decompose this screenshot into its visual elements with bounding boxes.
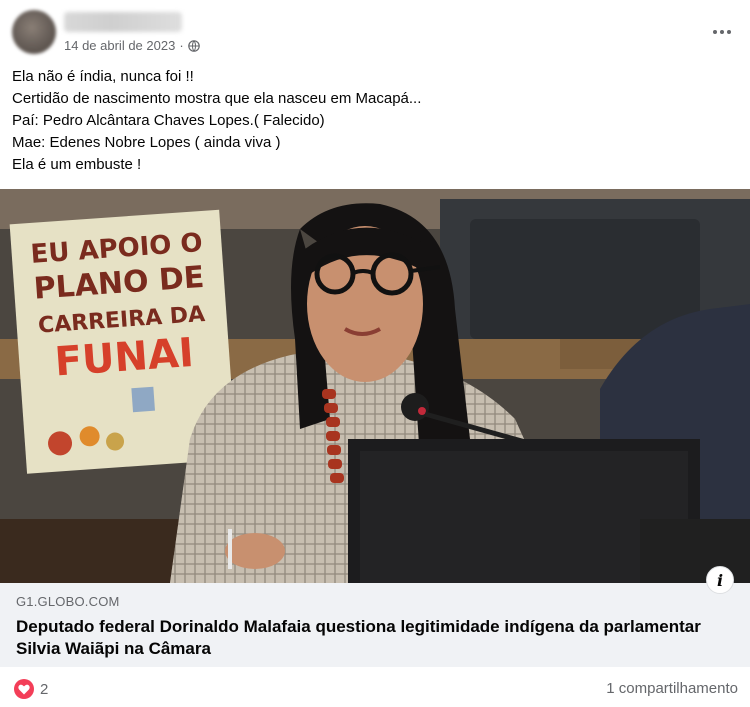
link-title[interactable]: Deputado federal Dorinaldo Malafaia ques… (16, 616, 716, 660)
post-text-line: Certidão de nascimento mostra que ela na… (12, 90, 422, 107)
link-card[interactable]: G1.GLOBO.COM Deputado federal Dorinaldo … (0, 583, 750, 667)
post-text-line: Ela é um embuste ! (12, 156, 142, 173)
post-meta: 14 de abril de 2023 · (64, 38, 200, 53)
post-text: Ela não é índia, nunca foi !! Certidão d… (12, 66, 732, 176)
post-footer: 2 1 compartilhamento (0, 667, 750, 707)
avatar[interactable] (12, 10, 56, 54)
post-text-line: Ela não é índia, nunca foi !! (12, 68, 194, 85)
post-date[interactable]: 14 de abril de 2023 (64, 38, 175, 53)
author-name-redacted[interactable] (64, 12, 182, 32)
post-text-line: Paí: Pedro Alcântara Chaves Lopes.( Fale… (12, 112, 325, 129)
link-domain: G1.GLOBO.COM (16, 594, 120, 609)
sign-line: FUNAI (53, 330, 195, 386)
reaction-count: 2 (40, 680, 49, 698)
link-preview-image[interactable]: EU APOIO O PLANO DE CARREIRA DA FUNAI (0, 189, 750, 583)
globe-icon[interactable] (187, 39, 200, 52)
share-count[interactable]: 1 compartilhamento (606, 680, 738, 697)
meta-separator: · (179, 38, 184, 53)
post-header: 14 de abril de 2023 · (0, 0, 750, 62)
photo-illustration: EU APOIO O PLANO DE CARREIRA DA FUNAI (0, 189, 750, 583)
more-dot-icon (720, 30, 724, 34)
more-dot-icon (713, 30, 717, 34)
reactions-summary[interactable]: 2 (14, 679, 48, 699)
more-dot-icon (727, 30, 731, 34)
heart-icon (14, 679, 34, 699)
info-button[interactable]: i (706, 566, 734, 594)
more-options-button[interactable] (708, 22, 736, 42)
info-icon: i (716, 570, 724, 590)
post-text-line: Mae: Edenes Nobre Lopes ( ainda viva ) (12, 134, 281, 151)
